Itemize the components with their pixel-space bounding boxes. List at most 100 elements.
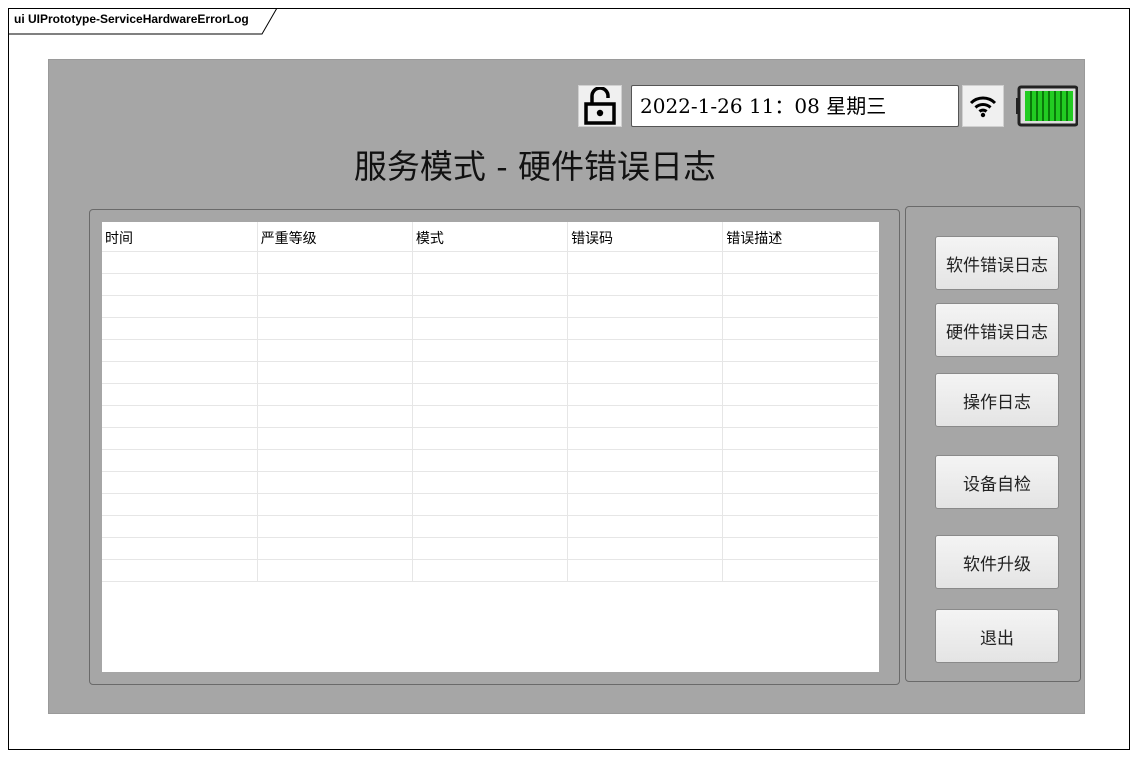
table-cell xyxy=(412,559,569,582)
table-row[interactable] xyxy=(102,427,878,450)
table-cell xyxy=(257,317,413,340)
table-row[interactable] xyxy=(102,317,878,340)
table-cell xyxy=(567,471,724,494)
table-cell xyxy=(567,317,724,340)
table-row[interactable] xyxy=(102,405,878,428)
battery-indicator xyxy=(1016,85,1079,127)
table-cell xyxy=(412,427,569,450)
table-cell xyxy=(257,427,413,450)
table-row[interactable] xyxy=(102,515,878,538)
table-row[interactable] xyxy=(102,251,878,274)
table-cell xyxy=(567,295,724,318)
table-cell xyxy=(567,361,724,384)
column-header: 严重等级 xyxy=(257,222,413,252)
table-cell xyxy=(412,361,569,384)
device-self-test-button[interactable]: 设备自检 xyxy=(935,455,1059,509)
table-cell xyxy=(102,559,258,582)
table-cell xyxy=(567,449,724,472)
diagram-tab-label: ui UIPrototype-ServiceHardwareErrorLog xyxy=(14,12,249,26)
table-cell xyxy=(567,273,724,296)
table-cell xyxy=(102,405,258,428)
table-row[interactable] xyxy=(102,273,878,296)
table-cell xyxy=(722,273,878,296)
table-row[interactable] xyxy=(102,493,878,516)
table-cell xyxy=(257,295,413,318)
table-cell xyxy=(412,339,569,362)
table-cell xyxy=(567,251,724,274)
table-cell xyxy=(412,273,569,296)
table-cell xyxy=(567,339,724,362)
table-cell xyxy=(722,493,878,516)
table-cell xyxy=(102,537,258,560)
table-cell xyxy=(412,295,569,318)
table-cell xyxy=(722,515,878,538)
table-cell xyxy=(412,251,569,274)
table-cell xyxy=(722,339,878,362)
software-upgrade-button[interactable]: 软件升级 xyxy=(935,535,1059,589)
table-cell xyxy=(257,537,413,560)
table-cell xyxy=(567,493,724,516)
table-cell xyxy=(722,361,878,384)
hardware-error-log-button[interactable]: 硬件错误日志 xyxy=(935,303,1059,357)
table-cell xyxy=(102,273,258,296)
table-cell xyxy=(257,493,413,516)
table-cell xyxy=(412,537,569,560)
table-cell xyxy=(412,405,569,428)
table-cell xyxy=(722,471,878,494)
table-cell xyxy=(102,295,258,318)
table-cell xyxy=(722,295,878,318)
table-cell xyxy=(102,493,258,516)
table-cell xyxy=(412,317,569,340)
table-header-row: 时间 严重等级 模式 错误码 错误描述 xyxy=(102,222,878,252)
table-row[interactable] xyxy=(102,361,878,384)
table-cell xyxy=(257,405,413,428)
column-header: 模式 xyxy=(412,222,569,252)
unlocked-padlock-icon xyxy=(584,87,616,125)
datetime-display: 2022-1-26 11：08 星期三 xyxy=(631,85,959,127)
table-cell xyxy=(102,251,258,274)
table-cell xyxy=(257,251,413,274)
table-cell xyxy=(257,339,413,362)
table-cell xyxy=(257,559,413,582)
lock-button[interactable] xyxy=(578,85,622,127)
table-row[interactable] xyxy=(102,295,878,318)
table-cell xyxy=(257,273,413,296)
table-cell xyxy=(412,449,569,472)
table-cell xyxy=(567,537,724,560)
operation-log-button[interactable]: 操作日志 xyxy=(935,373,1059,427)
software-error-log-button[interactable]: 软件错误日志 xyxy=(935,236,1059,290)
table-cell xyxy=(722,317,878,340)
column-header: 错误码 xyxy=(567,222,724,252)
log-table: 时间 严重等级 模式 错误码 错误描述 xyxy=(102,222,878,582)
table-cell xyxy=(102,383,258,406)
table-cell xyxy=(257,361,413,384)
table-cell xyxy=(102,471,258,494)
column-header: 错误描述 xyxy=(722,222,878,252)
table-cell xyxy=(722,251,878,274)
log-table-area[interactable]: 时间 严重等级 模式 错误码 错误描述 xyxy=(102,222,879,672)
table-cell xyxy=(257,383,413,406)
table-row[interactable] xyxy=(102,559,878,582)
table-cell xyxy=(722,405,878,428)
table-cell xyxy=(567,405,724,428)
table-cell xyxy=(102,361,258,384)
table-cell xyxy=(567,515,724,538)
table-cell xyxy=(722,537,878,560)
page-title: 服务模式 - 硬件错误日志 xyxy=(353,147,717,186)
table-cell xyxy=(567,383,724,406)
table-row[interactable] xyxy=(102,383,878,406)
table-cell xyxy=(257,515,413,538)
column-header: 时间 xyxy=(102,222,258,252)
table-cell xyxy=(722,383,878,406)
table-row[interactable] xyxy=(102,471,878,494)
exit-button[interactable]: 退出 xyxy=(935,609,1059,663)
table-cell xyxy=(102,515,258,538)
table-row[interactable] xyxy=(102,537,878,560)
wifi-button[interactable] xyxy=(962,85,1004,127)
wifi-icon xyxy=(969,96,997,118)
table-row[interactable] xyxy=(102,339,878,362)
table-cell xyxy=(567,427,724,450)
table-cell xyxy=(102,317,258,340)
table-row[interactable] xyxy=(102,449,878,472)
table-cell xyxy=(412,515,569,538)
